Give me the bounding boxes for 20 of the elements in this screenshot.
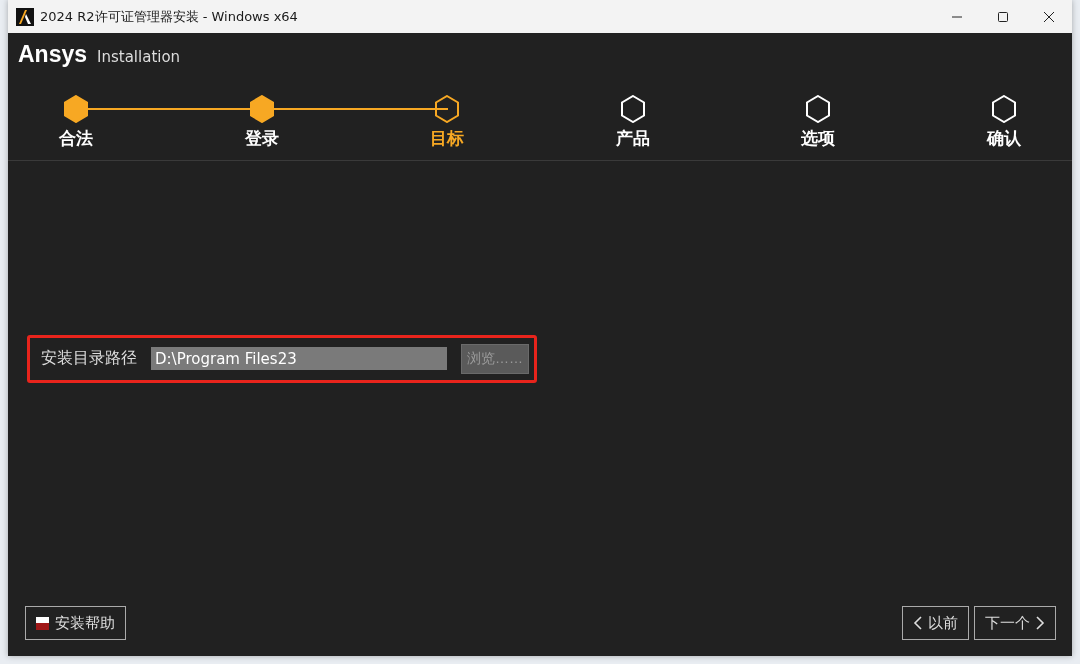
app-logo-icon <box>16 7 34 26</box>
chevron-right-icon <box>1036 616 1045 630</box>
path-field[interactable]: D:\Program Files23 <box>151 347 447 370</box>
chevron-left-icon <box>913 616 922 630</box>
maximize-icon <box>998 11 1008 22</box>
help-button[interactable]: 安装帮助 <box>25 606 126 640</box>
step-label: 选项 <box>801 127 836 150</box>
next-button[interactable]: 下一个 <box>974 606 1056 640</box>
path-label: 安装目录路径 <box>41 348 137 369</box>
step-label: 目标 <box>430 127 465 150</box>
step-label: 登录 <box>244 127 279 150</box>
step-label: 合法 <box>59 127 93 150</box>
document-icon <box>36 616 49 630</box>
step-label: 确认 <box>986 127 1021 150</box>
brand-logo: Ansys <box>18 41 88 68</box>
header-subtitle: Installation <box>97 48 181 66</box>
close-icon <box>1044 11 1054 22</box>
window-title: 2024 R2许可证管理器安装 - Windows x64 <box>40 7 299 26</box>
back-button[interactable]: 以前 <box>902 606 969 640</box>
step-label: 产品 <box>615 127 650 150</box>
